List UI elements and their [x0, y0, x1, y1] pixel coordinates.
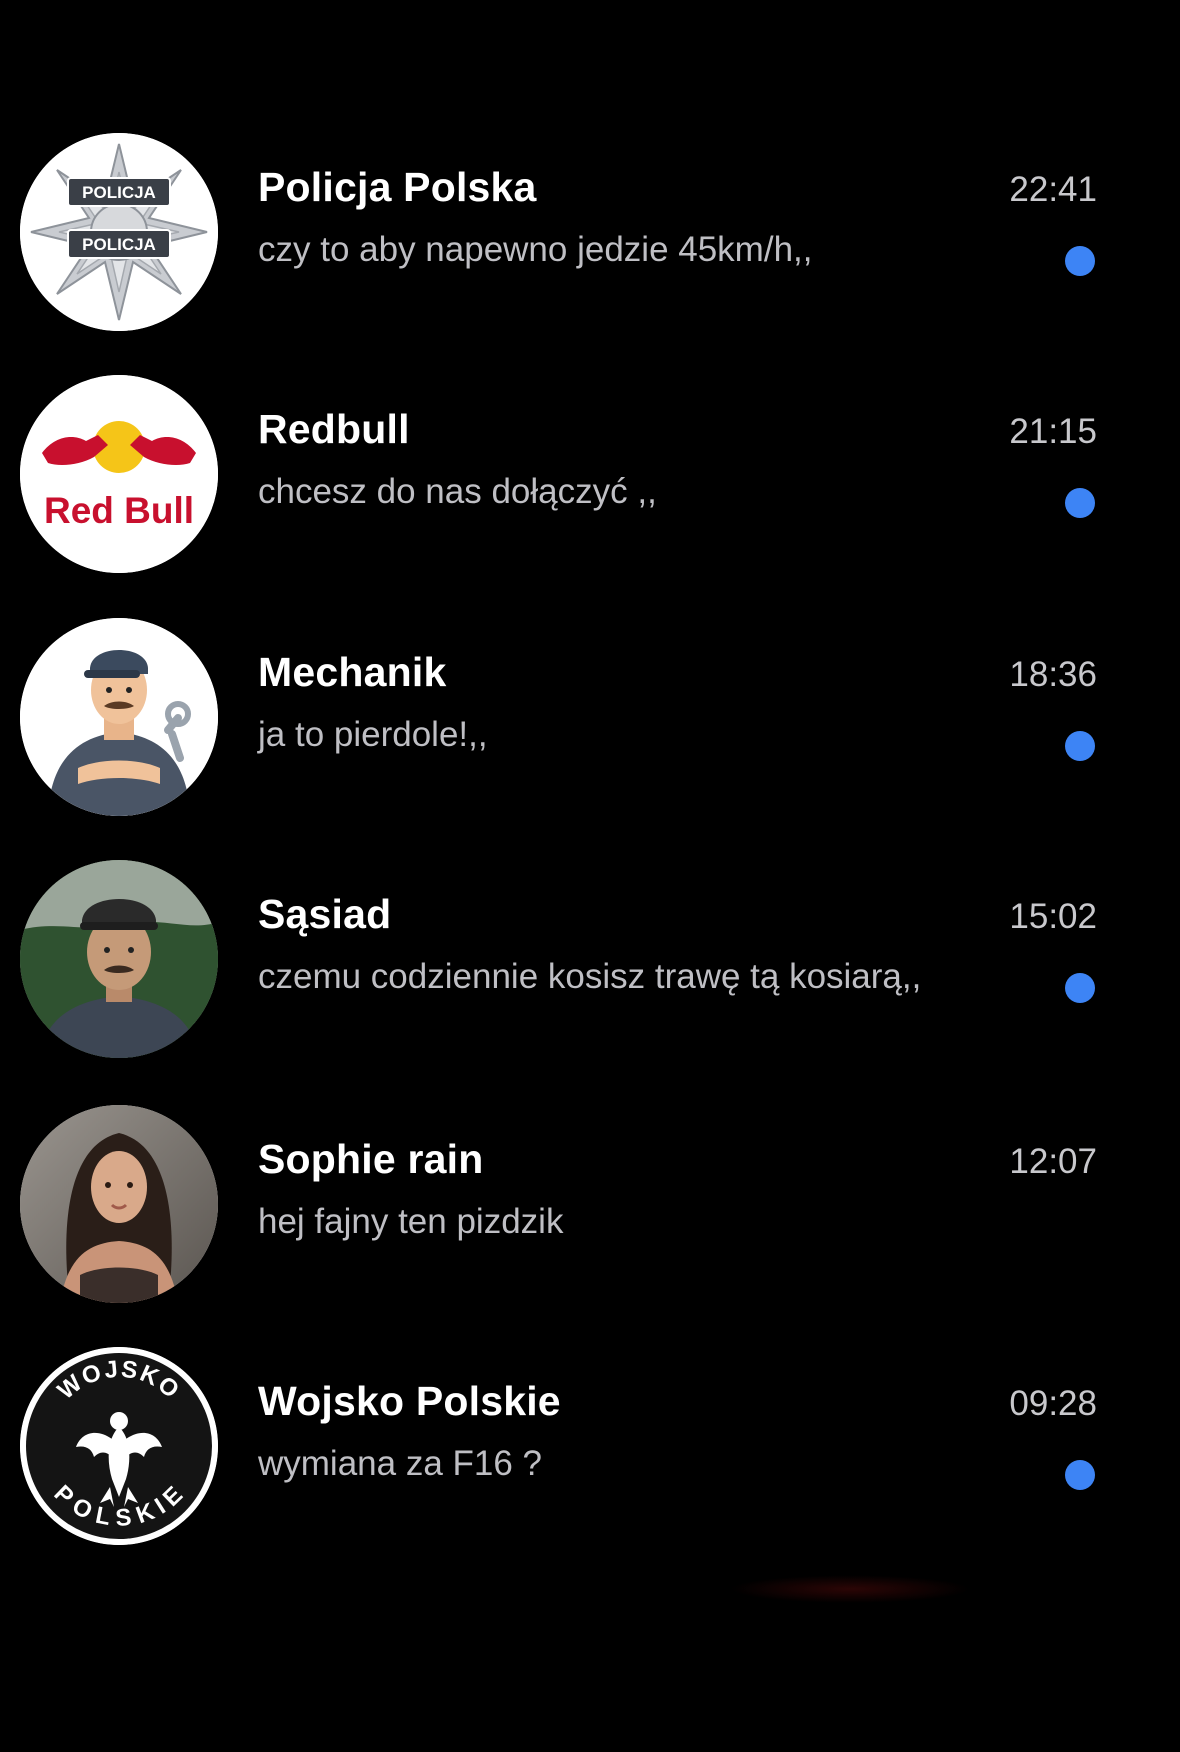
red-glow-decoration [730, 1575, 970, 1603]
chat-row-sophie-rain[interactable]: Sophie rain 12:07 hej fajny ten pizdzik [0, 1094, 1180, 1314]
redbull-avatar: Red Bull [20, 375, 218, 573]
chat-name: Sąsiad [258, 891, 392, 937]
army-eagle-icon: WOJSKO POLSKIE [20, 1347, 218, 1545]
chat-row-mechanik[interactable]: Mechanik 18:36 ja to pierdole!,, [0, 607, 1180, 827]
chat-time: 15:02 [1009, 897, 1097, 936]
unread-dot-icon [1065, 731, 1095, 761]
chat-preview: wymiana za F16 ? [258, 1444, 543, 1483]
mechanic-cartoon-icon [20, 618, 218, 816]
chat-list: POLICJA POLICJA Policja Polska 22:41 czy… [0, 0, 1180, 1752]
chat-time: 21:15 [1009, 412, 1097, 451]
redbull-logo-text: Red Bull [44, 490, 194, 531]
unread-dot-icon [1065, 488, 1095, 518]
unread-dot-icon [1065, 246, 1095, 276]
mechanic-avatar [20, 618, 218, 816]
chat-time: 18:36 [1009, 655, 1097, 694]
chat-preview: hej fajny ten pizdzik [258, 1202, 564, 1241]
redbull-logo-icon: Red Bull [20, 375, 218, 573]
unread-dot-icon [1065, 1460, 1095, 1490]
chat-time: 12:07 [1009, 1142, 1097, 1181]
neighbor-avatar [20, 860, 218, 1058]
chat-preview: ja to pierdole!,, [258, 715, 488, 754]
chat-name: Mechanik [258, 649, 447, 695]
woman-avatar [20, 1105, 218, 1303]
neighbor-photo-icon [20, 860, 218, 1058]
chat-time: 22:41 [1009, 170, 1097, 209]
chat-name: Sophie rain [258, 1136, 484, 1182]
chat-time: 09:28 [1009, 1384, 1097, 1423]
police-logo-top-text: POLICJA [82, 183, 156, 202]
chat-preview: czy to aby napewno jedzie 45km/h,, [258, 230, 813, 269]
army-avatar: WOJSKO POLSKIE [20, 1347, 218, 1545]
chat-row-policja-polska[interactable]: POLICJA POLICJA Policja Polska 22:41 czy… [0, 122, 1180, 342]
chat-preview: chcesz do nas dołączyć ,, [258, 472, 657, 511]
chat-row-redbull[interactable]: Red Bull Redbull 21:15 chcesz do nas doł… [0, 364, 1180, 584]
police-badge-avatar: POLICJA POLICJA [20, 133, 218, 331]
police-star-icon: POLICJA POLICJA [20, 133, 218, 331]
woman-photo-icon [20, 1105, 218, 1303]
chat-name: Redbull [258, 406, 410, 452]
chat-row-sasiad[interactable]: Sąsiad 15:02 czemu codziennie kosisz tra… [0, 849, 1180, 1069]
chat-name: Policja Polska [258, 164, 537, 210]
chat-preview: czemu codziennie kosisz trawę tą kosiarą… [258, 957, 922, 996]
chat-row-wojsko-polskie[interactable]: WOJSKO POLSKIE Wojsko Polskie 09:28 wymi… [0, 1336, 1180, 1556]
chat-name: Wojsko Polskie [258, 1378, 561, 1424]
unread-dot-icon [1065, 973, 1095, 1003]
police-logo-bottom-text: POLICJA [82, 235, 156, 254]
